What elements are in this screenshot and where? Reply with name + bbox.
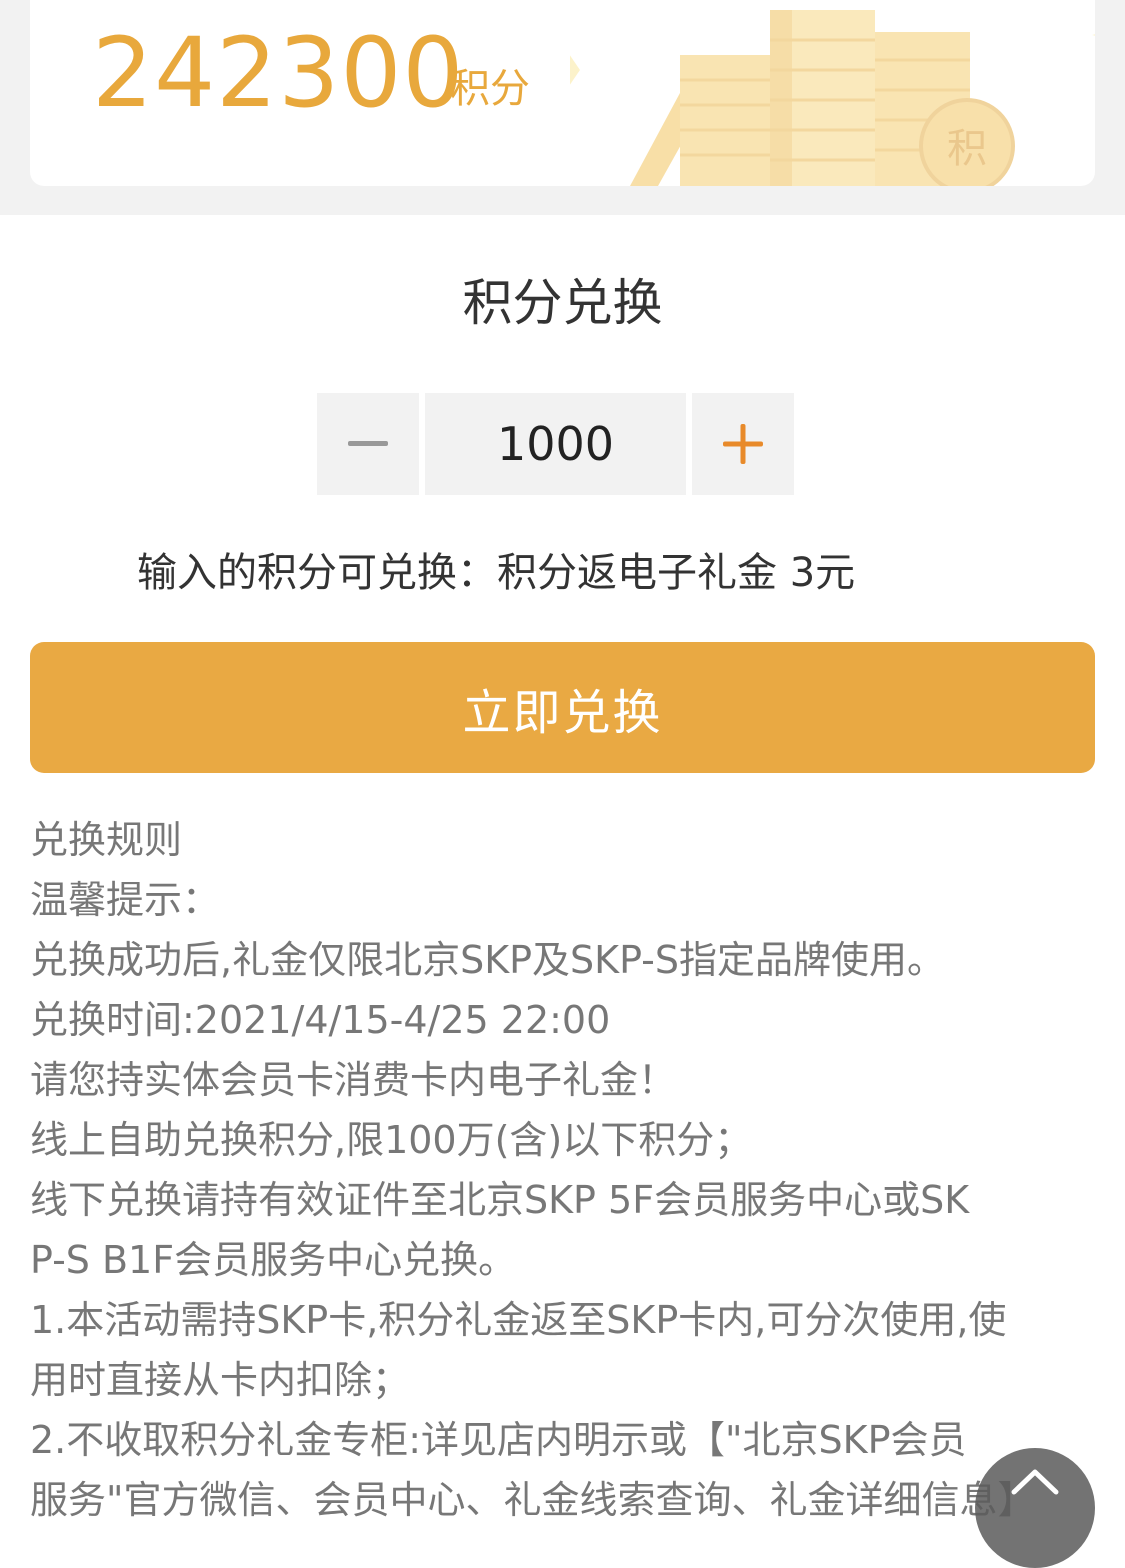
plus-icon [723, 424, 763, 464]
rules-line: 1.本活动需持SKP卡,积分礼金返至SKP卡内,可分次使用,使 [30, 1298, 1007, 1342]
points-unit: 积分 [450, 66, 530, 112]
rules-line: 请您持实体会员卡消费卡内电子礼金！ [30, 1058, 677, 1102]
rules-line: 线上自助兑换积分,限100万(含)以下积分； [30, 1118, 753, 1162]
rules-line: 用时直接从卡内扣除； [30, 1358, 411, 1402]
redeem-now-button[interactable]: 立即兑换 [30, 642, 1095, 773]
rules-line: 温馨提示： [30, 878, 221, 922]
exchange-title: 积分兑换 [462, 274, 663, 332]
minus-icon [348, 441, 388, 446]
points-card: 242300 积分 积 [30, 0, 1095, 186]
points-quantity-input[interactable] [425, 393, 686, 495]
rules-line: 兑换时间:2021/4/15-4/25 22:00 [30, 998, 611, 1042]
rules-line: P-S B1F会员服务中心兑换。 [30, 1238, 517, 1282]
exchange-rules: 兑换规则 温馨提示： 兑换成功后,礼金仅限北京SKP及SKP-S指定品牌使用。 … [30, 810, 1100, 1530]
points-header: 242300 积分 积 [0, 0, 1125, 215]
rules-line: 服务"官方微信、会员中心、礼金线索查询、礼金详细信息】 [30, 1478, 1036, 1522]
chevron-up-icon [1011, 1469, 1059, 1495]
conversion-result-text: 输入的积分可兑换：积分返电子礼金 3元 [137, 550, 856, 596]
rules-line: 线下兑换请持有效证件至北京SKP 5F会员服务中心或SK [30, 1178, 970, 1222]
rules-title: 兑换规则 [30, 818, 183, 862]
rules-line: 兑换成功后,礼金仅限北京SKP及SKP-S指定品牌使用。 [30, 938, 945, 982]
scroll-to-top-button[interactable] [975, 1448, 1095, 1568]
increment-button[interactable] [692, 393, 794, 495]
coins-illustration-icon: 积 [570, 10, 1095, 186]
svg-text:积: 积 [947, 126, 987, 172]
decrement-button[interactable] [317, 393, 419, 495]
points-value: 242300 [92, 17, 465, 129]
rules-line: 2.不收取积分礼金专柜:详见店内明示或【"北京SKP会员 [30, 1418, 967, 1462]
